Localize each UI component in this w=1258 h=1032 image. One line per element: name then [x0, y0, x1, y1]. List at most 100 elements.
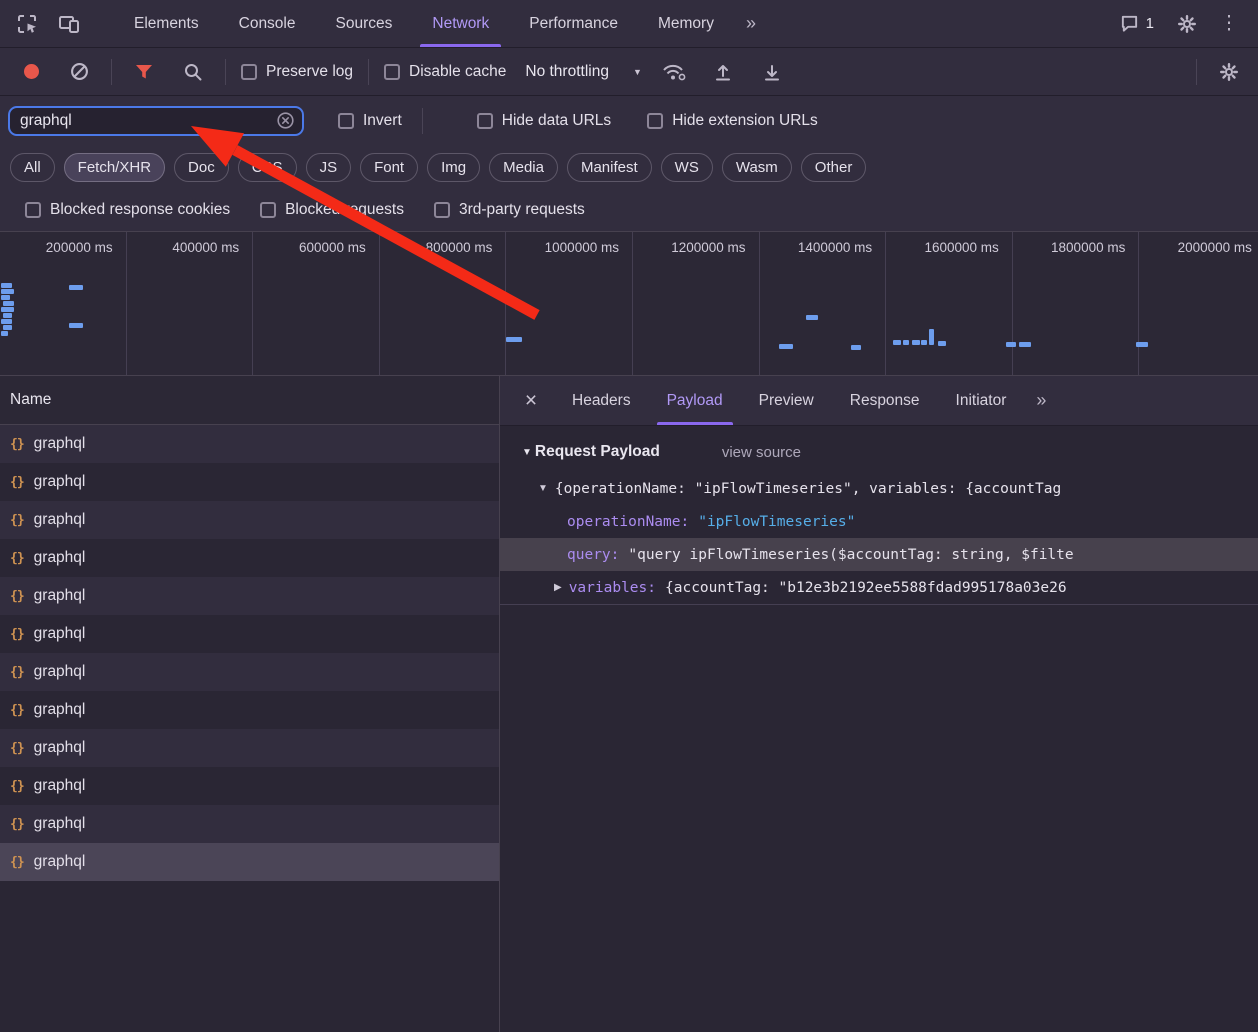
request-payload-title: Request Payload: [535, 443, 660, 461]
json-key: variables:: [569, 580, 656, 596]
filter-toggle-button[interactable]: [127, 55, 161, 89]
filter-chip-media[interactable]: Media: [489, 153, 558, 182]
network-toolbar: Preserve log Disable cache No throttling…: [0, 48, 1258, 96]
request-name: graphql: [34, 549, 86, 567]
blocked-requests-checkbox[interactable]: [260, 202, 276, 218]
import-har-button[interactable]: [706, 55, 740, 89]
network-settings-button[interactable]: [1212, 55, 1246, 89]
filter-input[interactable]: [20, 112, 277, 130]
third-party-requests-group: 3rd-party requests: [434, 201, 585, 219]
invert-checkbox[interactable]: [338, 113, 354, 129]
tab-payload[interactable]: Payload: [649, 376, 741, 425]
overview-timeline[interactable]: 200000 ms 400000 ms 600000 ms 800000 ms …: [0, 231, 1258, 376]
table-row[interactable]: {} graphql: [0, 805, 499, 843]
name-column-header[interactable]: Name: [0, 376, 499, 425]
waterfall-bar: [921, 340, 927, 345]
json-value: {accountTag: "b12e3b2192ee5588fdad995178…: [665, 580, 1067, 596]
record-button[interactable]: [24, 64, 39, 79]
filter-chip-font[interactable]: Font: [360, 153, 418, 182]
invert-group: Invert: [338, 112, 402, 130]
request-details-panel: × Headers Payload Preview Response Initi…: [500, 376, 1258, 1032]
network-conditions-button[interactable]: [657, 55, 691, 89]
export-har-button[interactable]: [755, 55, 789, 89]
network-conditions-icon: [661, 61, 687, 82]
blocked-response-cookies-checkbox[interactable]: [25, 202, 41, 218]
tab-headers[interactable]: Headers: [554, 376, 649, 425]
clear-filter-icon[interactable]: [277, 112, 294, 129]
filter-funnel-icon: [135, 64, 153, 80]
search-button[interactable]: [176, 55, 210, 89]
request-name: graphql: [34, 777, 86, 795]
filter-chip-wasm[interactable]: Wasm: [722, 153, 792, 182]
tabbar-right-controls: 1 ⋮: [1108, 3, 1258, 45]
table-row[interactable]: {} graphql: [0, 501, 499, 539]
table-row[interactable]: {} graphql: [0, 691, 499, 729]
filter-chip-fetch-xhr[interactable]: Fetch/XHR: [64, 153, 165, 182]
payload-row-query-selected[interactable]: query: "query ipFlowTimeseries($accountT…: [500, 538, 1258, 571]
table-row[interactable]: {} graphql: [0, 577, 499, 615]
table-row[interactable]: {} graphql: [0, 767, 499, 805]
payload-root-row[interactable]: ▼ {operationName: "ipFlowTimeseries", va…: [500, 472, 1258, 505]
device-toolbar-button[interactable]: [48, 3, 90, 45]
waterfall-bar: [893, 340, 901, 345]
table-row[interactable]: {} graphql: [0, 463, 499, 501]
filter-chip-manifest[interactable]: Manifest: [567, 153, 652, 182]
hide-extension-urls-checkbox[interactable]: [647, 113, 663, 129]
request-name: graphql: [34, 739, 86, 757]
inspect-icon: [16, 13, 38, 35]
timeline-tick-label: 2000000 ms: [1178, 240, 1252, 255]
table-row[interactable]: {} graphql: [0, 425, 499, 463]
filter-chip-ws[interactable]: WS: [661, 153, 713, 182]
throttling-select[interactable]: No throttling ▼: [525, 63, 642, 81]
collapse-section-icon[interactable]: ▼: [522, 447, 532, 458]
fetch-xhr-icon: {}: [10, 475, 24, 490]
tab-initiator[interactable]: Initiator: [938, 376, 1025, 425]
preserve-log-group: Preserve log: [241, 63, 353, 81]
waterfall-bar: [1019, 342, 1031, 347]
tab-memory[interactable]: Memory: [638, 0, 734, 47]
close-details-button[interactable]: ×: [512, 382, 550, 420]
devtools-settings-button[interactable]: [1166, 3, 1208, 45]
tab-network[interactable]: Network: [412, 0, 509, 47]
table-row[interactable]: {} graphql: [0, 539, 499, 577]
payload-row-operationname[interactable]: operationName: "ipFlowTimeseries": [500, 505, 1258, 538]
table-row[interactable]: {} graphql: [0, 653, 499, 691]
issues-button[interactable]: 1: [1108, 14, 1166, 33]
timeline-tick-label: 1000000 ms: [545, 240, 619, 255]
customize-menu-button[interactable]: ⋮: [1208, 3, 1250, 45]
third-party-requests-label: 3rd-party requests: [459, 201, 585, 219]
disable-cache-checkbox[interactable]: [384, 64, 400, 80]
table-row[interactable]: {} graphql: [0, 615, 499, 653]
tab-sources[interactable]: Sources: [316, 0, 413, 47]
clear-network-log-button[interactable]: [62, 55, 96, 89]
filter-chip-all[interactable]: All: [10, 153, 55, 182]
table-row-selected[interactable]: {} graphql: [0, 843, 499, 881]
collapse-triangle-icon[interactable]: ▼: [538, 483, 548, 494]
filter-chip-css[interactable]: CSS: [238, 153, 297, 182]
filter-chip-js[interactable]: JS: [306, 153, 352, 182]
table-row[interactable]: {} graphql: [0, 729, 499, 767]
waterfall-bar: [1, 283, 12, 288]
more-panels-icon[interactable]: »: [734, 0, 768, 47]
tab-preview[interactable]: Preview: [741, 376, 832, 425]
payload-tree: ▼ {operationName: "ipFlowTimeseries", va…: [500, 472, 1258, 605]
waterfall-bar: [3, 313, 12, 318]
tab-response[interactable]: Response: [832, 376, 938, 425]
more-detail-tabs-icon[interactable]: »: [1024, 390, 1058, 411]
filter-chip-doc[interactable]: Doc: [174, 153, 229, 182]
tab-console[interactable]: Console: [219, 0, 316, 47]
inspect-element-button[interactable]: [6, 3, 48, 45]
tab-performance[interactable]: Performance: [509, 0, 638, 47]
third-party-requests-checkbox[interactable]: [434, 202, 450, 218]
payload-row-variables[interactable]: ▶ variables: {accountTag: "b12e3b2192ee5…: [500, 571, 1258, 604]
expand-triangle-icon[interactable]: ▶: [554, 582, 562, 593]
requests-panel: Name {} graphql {} graphql {} graphql {}…: [0, 376, 500, 1032]
tab-elements[interactable]: Elements: [114, 0, 219, 47]
preserve-log-checkbox[interactable]: [241, 64, 257, 80]
filter-chip-other[interactable]: Other: [801, 153, 867, 182]
timeline-tick-label: 400000 ms: [172, 240, 239, 255]
hide-data-urls-checkbox[interactable]: [477, 113, 493, 129]
filter-chip-img[interactable]: Img: [427, 153, 480, 182]
timeline-tick-label: 1600000 ms: [924, 240, 998, 255]
view-source-link[interactable]: view source: [722, 444, 801, 461]
